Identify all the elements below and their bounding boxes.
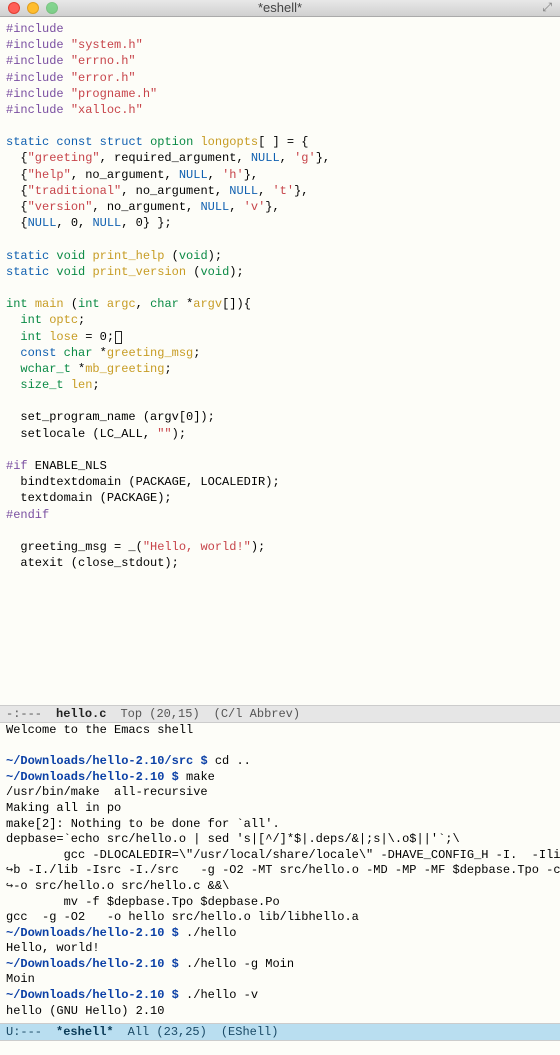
minimize-icon[interactable]	[27, 2, 39, 14]
modeline-state: U:---	[6, 1025, 42, 1039]
window-titlebar: *eshell* ⤢	[0, 0, 560, 17]
modeline-position: Top (20,15)	[120, 707, 199, 721]
code-editor-pane[interactable]: #include #include "system.h" #include "e…	[0, 17, 560, 705]
modeline-state: -:---	[6, 707, 42, 721]
minibuffer[interactable]	[0, 1041, 560, 1055]
modeline-position: All (23,25)	[128, 1025, 207, 1039]
close-icon[interactable]	[8, 2, 20, 14]
zoom-icon[interactable]	[46, 2, 58, 14]
modeline-code: -:--- hello.c Top (20,15) (C/l Abbrev)	[0, 705, 560, 723]
modeline-buffer: hello.c	[56, 707, 106, 721]
resize-icon[interactable]: ⤢	[542, 1, 552, 15]
modeline-mode: (C/l Abbrev)	[214, 707, 300, 721]
modeline-eshell: U:--- *eshell* All (23,25) (EShell)	[0, 1023, 560, 1041]
traffic-lights	[8, 2, 58, 14]
eshell-pane[interactable]: Welcome to the Emacs shell ~/Downloads/h…	[0, 723, 560, 1023]
window-title: *eshell*	[0, 0, 560, 15]
modeline-mode: (EShell)	[221, 1025, 279, 1039]
modeline-buffer: *eshell*	[56, 1025, 114, 1039]
